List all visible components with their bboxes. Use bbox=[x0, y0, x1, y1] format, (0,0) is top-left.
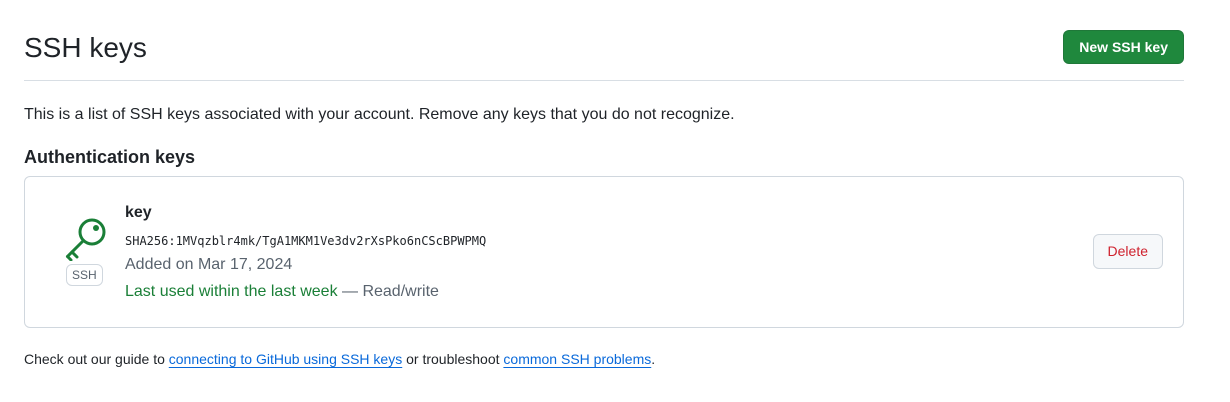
delete-key-button[interactable]: Delete bbox=[1092, 234, 1163, 269]
key-icon bbox=[63, 215, 109, 261]
new-ssh-key-button[interactable]: New SSH key bbox=[1063, 30, 1184, 64]
page-header: SSH keys New SSH key bbox=[24, 0, 1184, 81]
ssh-keys-page: SSH keys New SSH key This is a list of S… bbox=[24, 0, 1184, 367]
key-added-date: Added on Mar 17, 2024 bbox=[125, 256, 293, 273]
key-last-used-text: Last used within the last week bbox=[125, 283, 338, 300]
help-note: Check out our guide to connecting to Git… bbox=[24, 349, 655, 369]
section-title-authentication-keys: Authentication keys bbox=[24, 147, 196, 167]
key-separator: — bbox=[337, 283, 363, 300]
ssh-troubleshoot-link[interactable]: common SSH problems bbox=[503, 351, 651, 367]
key-fingerprint: SHA256:1MVqzblr4mk/TgA1MKM1Ve3dv2rXsPko6… bbox=[125, 234, 487, 248]
intro-text: This is a list of SSH keys associated wi… bbox=[24, 106, 735, 123]
help-note-prefix: Check out our guide to bbox=[24, 351, 169, 367]
key-type-label: SSH bbox=[66, 264, 103, 286]
connecting-ssh-guide-link[interactable]: connecting to GitHub using SSH keys bbox=[169, 351, 402, 367]
key-last-used: Last used within the last week — Read/wr… bbox=[125, 281, 439, 303]
key-title: key bbox=[125, 204, 152, 221]
key-access-level: Read/write bbox=[362, 283, 439, 300]
help-note-suffix: . bbox=[651, 351, 656, 367]
help-note-middle: or troubleshoot bbox=[402, 351, 504, 367]
ssh-key-item: SSH key SHA256:1MVqzblr4mk/TgA1MKM1Ve3dv… bbox=[24, 176, 1184, 328]
page-title: SSH keys bbox=[24, 32, 147, 63]
